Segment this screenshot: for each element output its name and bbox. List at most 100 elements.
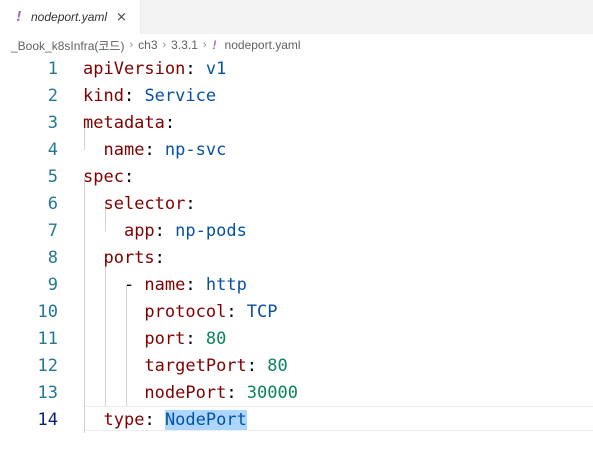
yaml-colon: : <box>154 248 165 268</box>
line-number: 8 <box>47 248 58 268</box>
yaml-key: selector <box>103 194 186 214</box>
line-number: 11 <box>37 329 58 349</box>
yaml-colon: : <box>144 140 155 160</box>
yaml-key: apiVersion <box>83 59 186 79</box>
code-text: type: NodePort <box>83 407 247 434</box>
yaml-key: kind <box>83 86 124 106</box>
yaml-colon: : <box>185 275 196 295</box>
code-text: targetPort: 80 <box>83 353 288 380</box>
yaml-key: spec <box>83 167 124 187</box>
chevron-right-icon: › <box>162 39 167 51</box>
line-number: 4 <box>47 140 58 160</box>
code-line[interactable]: 14 type: NodePort <box>0 407 593 434</box>
close-icon[interactable]: × <box>116 10 127 25</box>
code-line[interactable]: 4 name: np-svc <box>0 137 593 164</box>
yaml-key: ports <box>103 248 155 268</box>
line-number: 13 <box>37 383 58 403</box>
yaml-key: port <box>144 329 186 349</box>
yaml-colon: : <box>246 356 258 376</box>
code-text: apiVersion: v1 <box>83 56 226 83</box>
breadcrumb-folder-ch3[interactable]: ch3 <box>138 38 157 52</box>
code-text: - name: http <box>83 272 247 299</box>
code-editor[interactable]: 1 apiVersion: v1 2 kind: Service 3 metadata: 4… <box>0 56 593 456</box>
yaml-key: metadata <box>83 113 165 133</box>
yaml-colon: : <box>226 383 237 403</box>
code-line[interactable]: 8 ports: <box>0 245 593 272</box>
breadcrumb-folder-3-3-1[interactable]: 3.3.1 <box>171 38 198 52</box>
line-number: 6 <box>47 194 58 214</box>
code-line[interactable]: 12 targetPort: 80 <box>0 353 593 380</box>
breadcrumb: _Book_k8sInfra(코드) › ch3 › 3.3.1 › ! nod… <box>0 34 593 56</box>
yaml-colon: : <box>123 86 135 106</box>
code-text: nodePort: 30000 <box>83 380 298 407</box>
yaml-colon: : <box>123 167 135 187</box>
code-text: port: 80 <box>83 326 226 353</box>
tab-label: nodeport.yaml <box>31 10 108 24</box>
line-number: 7 <box>47 221 58 241</box>
chevron-right-icon: › <box>129 39 134 51</box>
yaml-key: nodePort <box>144 383 227 403</box>
yaml-colon: : <box>154 221 165 241</box>
code-line[interactable]: 10 protocol: TCP <box>0 299 593 326</box>
code-text: app: np-pods <box>83 218 247 245</box>
yaml-key: protocol <box>144 302 227 322</box>
code-line[interactable]: 11 port: 80 <box>0 326 593 353</box>
yaml-value: Service <box>134 86 217 106</box>
tab-bar: ! nodeport.yaml × <box>0 0 593 34</box>
code-line[interactable]: 2 kind: Service <box>0 83 593 110</box>
yaml-colon: : <box>164 113 176 133</box>
yaml-key: name <box>103 140 145 160</box>
code-text: kind: Service <box>83 83 216 110</box>
code-indent: - <box>83 275 145 295</box>
code-line[interactable]: 7 app: np-pods <box>0 218 593 245</box>
yaml-file-icon: ! <box>16 9 22 25</box>
yaml-value: 80 <box>257 356 288 376</box>
yaml-value: np-svc <box>154 140 227 160</box>
yaml-value: http <box>195 275 247 295</box>
yaml-value-selected: NodePort <box>164 410 247 430</box>
yaml-colon: : <box>144 410 155 430</box>
yaml-value: np-pods <box>164 221 247 241</box>
code-line[interactable]: 3 metadata: <box>0 110 593 137</box>
line-number: 9 <box>47 275 58 295</box>
yaml-key: type <box>103 410 145 430</box>
breadcrumb-file[interactable]: nodeport.yaml <box>225 38 301 52</box>
code-text: protocol: TCP <box>83 299 278 326</box>
breadcrumb-folder-root[interactable]: _Book_k8sInfra(코드) <box>11 37 124 54</box>
code-text: metadata: <box>83 110 175 137</box>
tab-nodeport-yaml[interactable]: ! nodeport.yaml × <box>0 0 141 34</box>
yaml-key: name <box>144 275 186 295</box>
code-line[interactable]: 13 nodePort: 30000 <box>0 380 593 407</box>
code-text: spec: <box>83 164 134 191</box>
line-number: 10 <box>37 302 58 322</box>
code-line[interactable]: 1 apiVersion: v1 <box>0 56 593 83</box>
code-text: name: np-svc <box>83 137 226 164</box>
yaml-colon: : <box>185 329 196 349</box>
code-line[interactable]: 5 spec: <box>0 164 593 191</box>
code-text: ports: <box>83 245 165 272</box>
yaml-key: app <box>123 221 155 241</box>
line-number: 14 <box>37 410 58 430</box>
line-number: 12 <box>37 356 58 376</box>
yaml-key: targetPort <box>144 356 247 376</box>
line-number: 2 <box>47 86 58 106</box>
line-number: 1 <box>47 59 58 79</box>
line-number: 5 <box>47 167 58 187</box>
yaml-value: v1 <box>195 59 227 79</box>
code-line[interactable]: 9 - name: http <box>0 272 593 299</box>
line-number: 3 <box>47 113 58 133</box>
yaml-file-icon: ! <box>212 38 217 52</box>
yaml-value: TCP <box>236 302 278 322</box>
yaml-value: 80 <box>195 329 227 349</box>
code-line[interactable]: 6 selector: <box>0 191 593 218</box>
yaml-colon: : <box>226 302 237 322</box>
yaml-colon: : <box>185 59 196 79</box>
